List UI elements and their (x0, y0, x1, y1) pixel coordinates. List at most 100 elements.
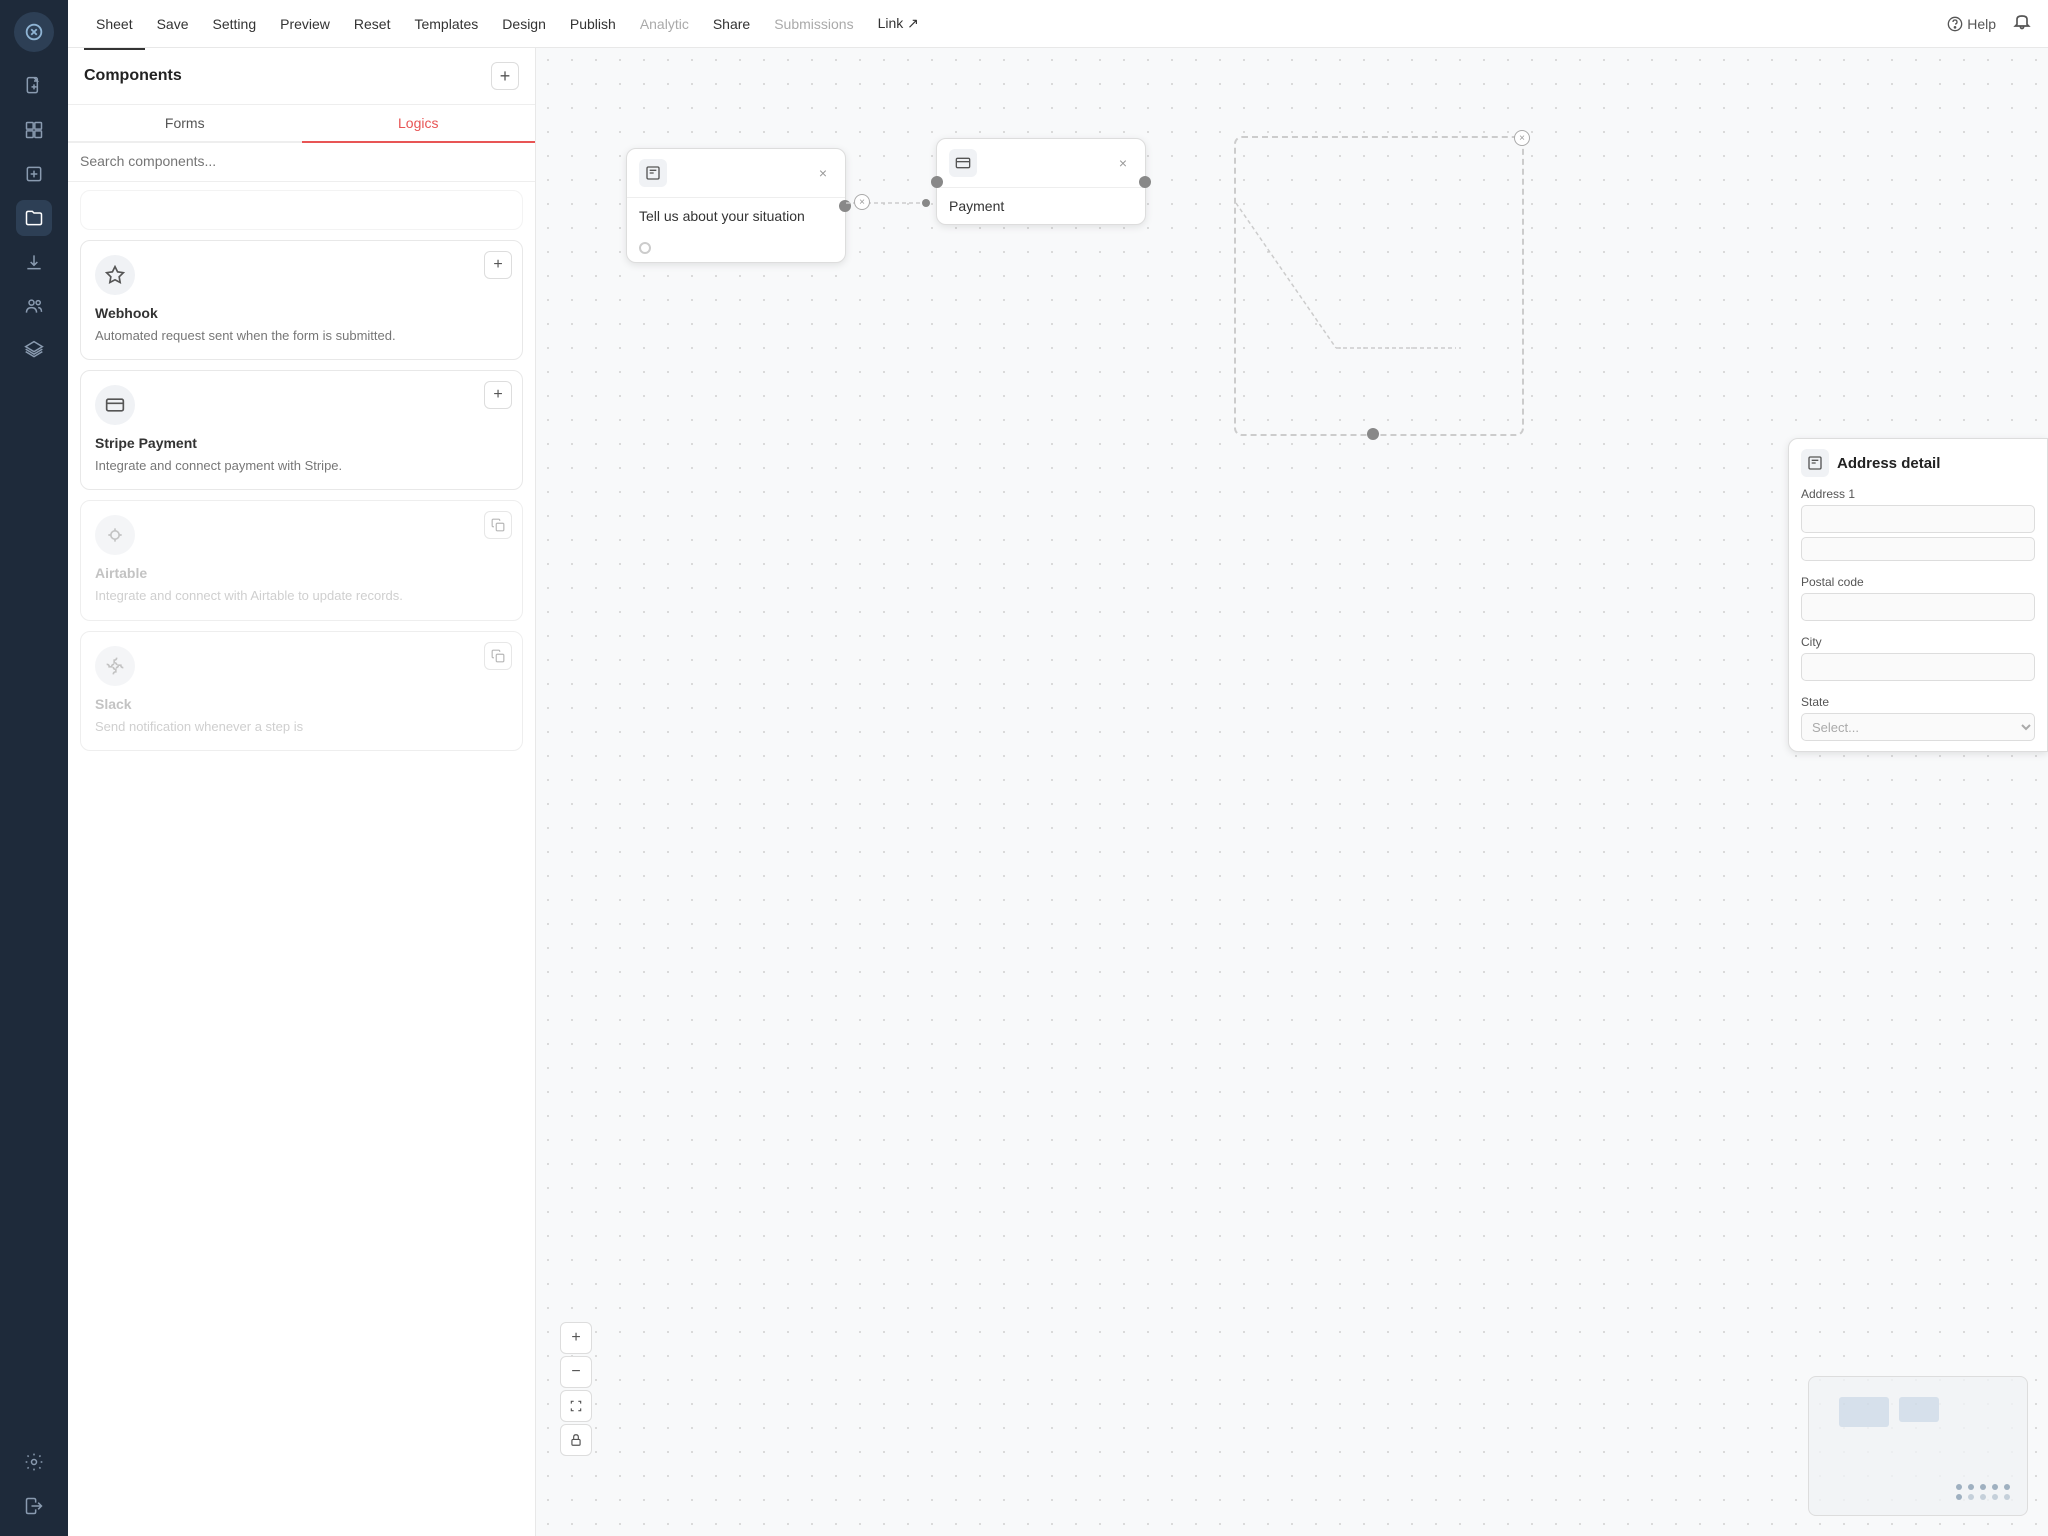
address-panel-header: Address detail (1789, 439, 2047, 487)
zoom-out-button[interactable]: − (560, 1356, 592, 1388)
postal-group: Postal code (1789, 575, 2047, 635)
search-input[interactable] (80, 153, 523, 169)
tab-logics[interactable]: Logics (302, 105, 536, 143)
component-card-airtable: Airtable Integrate and connect with Airt… (80, 500, 523, 620)
connector-right-payment (1139, 176, 1151, 188)
address1-input2[interactable] (1801, 537, 2035, 561)
canvas-area[interactable]: × Tell us about your situation × (536, 48, 2048, 1536)
city-label: City (1801, 635, 2035, 649)
zoom-controls: + − (560, 1322, 592, 1456)
flow-node-payment-close[interactable]: × (1113, 153, 1133, 173)
address-detail-panel: Address detail Address 1 Postal code Cit… (1788, 438, 2048, 752)
sidebar-title: Components (84, 67, 182, 85)
minimap-dot (1980, 1484, 1986, 1490)
topbar-preview[interactable]: Preview (268, 12, 342, 36)
state-select[interactable]: Select... (1801, 713, 2035, 741)
flow-node-payment-title: Payment (937, 188, 1145, 224)
topbar-reset[interactable]: Reset (342, 12, 403, 36)
dashed-bottom-connector (1367, 428, 1379, 440)
dashed-container-close[interactable]: × (1514, 130, 1530, 146)
webhook-add-button[interactable]: + (484, 251, 512, 279)
flow-node-tell-us-footer (627, 234, 845, 262)
webhook-icon (95, 255, 135, 295)
topbar-share[interactable]: Share (701, 12, 762, 36)
slack-copy-button[interactable] (484, 642, 512, 670)
mini-map (1808, 1376, 2028, 1516)
topbar-setting[interactable]: Setting (201, 12, 269, 36)
topbar-submissions[interactable]: Submissions (762, 12, 865, 36)
topbar-save[interactable]: Save (145, 12, 201, 36)
sidebar-header: Components + (68, 48, 535, 105)
topbar-link[interactable]: Link ↗ (866, 11, 931, 36)
notifications-bell[interactable] (2012, 11, 2032, 36)
nav-users[interactable] (16, 288, 52, 324)
topbar-design[interactable]: Design (490, 12, 558, 36)
sidebar-search-container (68, 143, 535, 182)
state-group: State Select... (1789, 695, 2047, 751)
stripe-title: Stripe Payment (95, 435, 508, 451)
stripe-description: Integrate and connect payment with Strip… (95, 457, 508, 475)
connector-right (839, 200, 851, 212)
topbar-analytic[interactable]: Analytic (628, 12, 701, 36)
postal-label: Postal code (1801, 575, 2035, 589)
stripe-add-button[interactable]: + (484, 381, 512, 409)
nav-new-file[interactable] (16, 68, 52, 104)
connector-left-payment (931, 176, 943, 188)
component-card-partial (80, 190, 523, 230)
minimap-dot (1956, 1494, 1962, 1500)
zoom-in-button[interactable]: + (560, 1322, 592, 1354)
address1-group: Address 1 (1789, 487, 2047, 575)
nav-folder[interactable] (16, 200, 52, 236)
zoom-lock-button[interactable] (560, 1424, 592, 1456)
nav-settings[interactable] (16, 1444, 52, 1480)
flow-node-tell-us-dot (639, 242, 651, 254)
help-label: Help (1967, 16, 1996, 32)
zoom-fit-button[interactable] (560, 1390, 592, 1422)
address1-input[interactable] (1801, 505, 2035, 533)
minimap-dot (1980, 1494, 1986, 1500)
slack-icon (95, 646, 135, 686)
component-card-webhook: + Webhook Automated request sent when th… (80, 240, 523, 360)
flow-node-tell-us-icon (639, 159, 667, 187)
nav-logout[interactable] (16, 1488, 52, 1524)
city-group: City (1789, 635, 2047, 695)
minimap-dot (1992, 1494, 1998, 1500)
address-icon (1801, 449, 1829, 477)
city-input[interactable] (1801, 653, 2035, 681)
main-body: Components + Forms Logics + (68, 48, 2048, 1536)
airtable-description: Integrate and connect with Airtable to u… (95, 587, 508, 605)
topbar-templates[interactable]: Templates (402, 12, 490, 36)
sidebar-add-button[interactable]: + (491, 62, 519, 90)
sidebar-tabs: Forms Logics (68, 105, 535, 143)
flow-node-payment-header: × (937, 139, 1145, 188)
minimap-node-1 (1839, 1397, 1889, 1427)
dashed-container: × (1234, 136, 1524, 436)
left-navigation (0, 0, 68, 1536)
flow-node-payment[interactable]: × Payment (936, 138, 1146, 225)
airtable-copy-button[interactable] (484, 511, 512, 539)
airtable-title: Airtable (95, 565, 508, 581)
app-logo[interactable] (14, 12, 54, 52)
nav-download[interactable] (16, 244, 52, 280)
airtable-icon (95, 515, 135, 555)
component-card-stripe: + Stripe Payment Integrate and connect p… (80, 370, 523, 490)
app-container: Sheet Save Setting Preview Reset Templat… (68, 0, 2048, 1536)
nav-add[interactable] (16, 156, 52, 192)
flow-node-tell-us-close[interactable]: × (813, 163, 833, 183)
topbar-sheet[interactable]: Sheet (84, 12, 145, 36)
tab-forms[interactable]: Forms (68, 105, 302, 141)
postal-input[interactable] (1801, 593, 2035, 621)
flow-node-tell-us[interactable]: × Tell us about your situation (626, 148, 846, 263)
connector-x-1[interactable]: × (854, 194, 870, 210)
help-button[interactable]: Help (1947, 16, 1996, 32)
flow-node-tell-us-header: × (627, 149, 845, 198)
minimap-node-2 (1899, 1397, 1939, 1422)
stripe-icon (95, 385, 135, 425)
topbar-publish[interactable]: Publish (558, 12, 628, 36)
sidebar-content: + Webhook Automated request sent when th… (68, 182, 535, 1536)
minimap-dot (1992, 1484, 1998, 1490)
minimap-dot (2004, 1494, 2010, 1500)
minimap-dot (1956, 1484, 1962, 1490)
nav-templates[interactable] (16, 112, 52, 148)
nav-layers[interactable] (16, 332, 52, 368)
